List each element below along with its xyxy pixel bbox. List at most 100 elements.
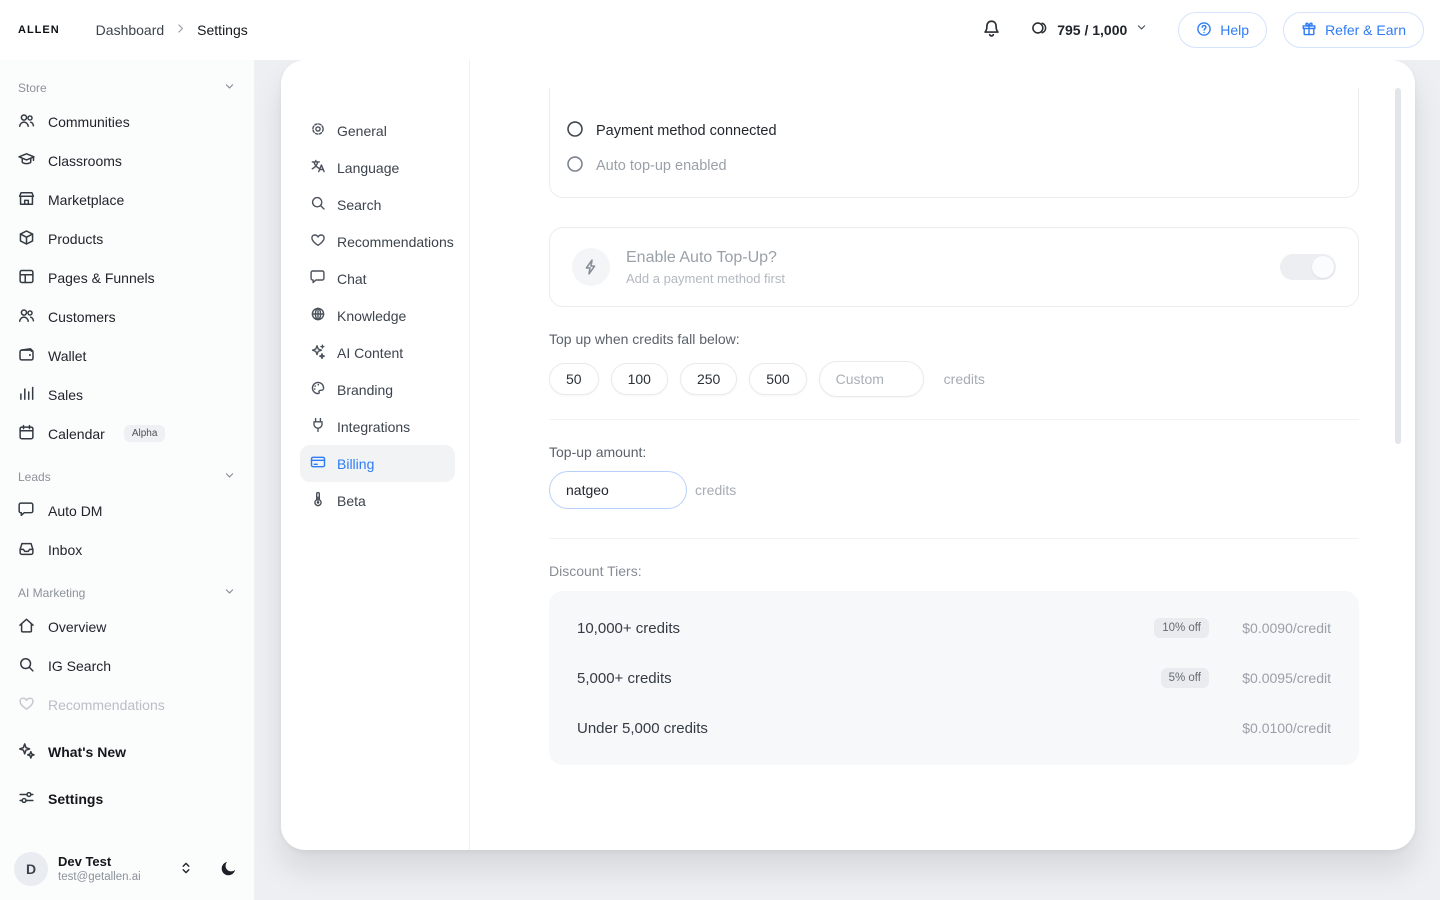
refer-earn-button[interactable]: Refer & Earn bbox=[1283, 12, 1424, 48]
sidebar-item-sales[interactable]: Sales bbox=[10, 375, 244, 414]
account-switcher-button[interactable] bbox=[178, 860, 194, 879]
status-auto-topup: Auto top-up enabled bbox=[566, 148, 1342, 183]
users-icon bbox=[18, 307, 35, 327]
threshold-preset-100[interactable]: 100 bbox=[611, 363, 668, 395]
sidebar-item-inbox[interactable]: Inbox bbox=[10, 530, 244, 569]
sidebar-item-ig-search[interactable]: IG Search bbox=[10, 646, 244, 685]
tier-price: $0.0100/credit bbox=[1223, 720, 1331, 736]
settings-tab-language[interactable]: Language bbox=[300, 149, 455, 186]
topup-amount-label: Top-up amount: bbox=[549, 444, 1359, 460]
top-bar: ALLEN Dashboard Settings 795 / 1,000 Hel… bbox=[0, 0, 1440, 60]
settings-tab-recommendations[interactable]: Recommendations bbox=[300, 223, 455, 260]
scrollbar[interactable] bbox=[1395, 88, 1401, 444]
threshold-custom-input[interactable] bbox=[819, 361, 924, 397]
sidebar-item-classrooms[interactable]: Classrooms bbox=[10, 141, 244, 180]
section-label: Leads bbox=[18, 470, 51, 484]
storefront-icon bbox=[18, 190, 35, 210]
gift-icon bbox=[1301, 21, 1317, 40]
sidebar-item-pages-funnels[interactable]: Pages & Funnels bbox=[10, 258, 244, 297]
sidebar-item-label: Settings bbox=[48, 791, 103, 807]
settings-tab-label: Beta bbox=[337, 493, 366, 509]
layout-icon bbox=[18, 268, 35, 288]
sidebar-item-auto-dm[interactable]: Auto DM bbox=[10, 491, 244, 530]
settings-tab-branding[interactable]: Branding bbox=[300, 371, 455, 408]
moon-icon bbox=[220, 859, 238, 880]
sparkles-icon bbox=[18, 742, 35, 762]
threshold-preset-250[interactable]: 250 bbox=[680, 363, 737, 395]
main-content: General Language Search Recommendations … bbox=[255, 60, 1440, 900]
allen-logo[interactable]: ALLEN bbox=[18, 24, 60, 36]
users-icon bbox=[18, 112, 35, 132]
notifications-button[interactable] bbox=[982, 19, 1001, 41]
box-icon bbox=[18, 229, 35, 249]
sidebar-item-label: Classrooms bbox=[48, 153, 122, 169]
sidebar: Store Communities Classrooms Marketplace… bbox=[0, 60, 255, 900]
dark-mode-toggle[interactable] bbox=[220, 859, 238, 880]
billing-scroll-area: Payment method connected Auto top-up ena… bbox=[549, 88, 1359, 850]
amount-unit-label: credits bbox=[695, 482, 736, 498]
sidebar-item-products[interactable]: Products bbox=[10, 219, 244, 258]
section-divider bbox=[549, 419, 1359, 420]
sidebar-item-customers[interactable]: Customers bbox=[10, 297, 244, 336]
lightning-icon bbox=[572, 248, 610, 286]
settings-tab-label: Billing bbox=[337, 456, 374, 472]
tier-row: 5,000+ credits 5% off $0.0095/credit bbox=[577, 653, 1331, 703]
breadcrumb: Dashboard Settings bbox=[96, 22, 248, 38]
settings-tab-label: Branding bbox=[337, 382, 393, 398]
sidebar-item-label: Inbox bbox=[48, 542, 82, 558]
sidebar-item-settings[interactable]: Settings bbox=[10, 779, 244, 818]
sidebar-item-label: Pages & Funnels bbox=[48, 270, 155, 286]
sidebar-item-wallet[interactable]: Wallet bbox=[10, 336, 244, 375]
settings-tab-beta[interactable]: Beta bbox=[300, 482, 455, 519]
search-icon bbox=[18, 656, 35, 676]
help-label: Help bbox=[1220, 22, 1249, 38]
settings-tab-billing[interactable]: Billing bbox=[300, 445, 455, 482]
user-name: Dev Test bbox=[58, 854, 141, 870]
sidebar-item-whats-new[interactable]: What's New bbox=[10, 732, 244, 771]
sidebar-item-communities[interactable]: Communities bbox=[10, 102, 244, 141]
status-label: Auto top-up enabled bbox=[596, 158, 727, 174]
sparkle-icon bbox=[310, 343, 326, 362]
breadcrumb-dashboard[interactable]: Dashboard bbox=[96, 22, 165, 38]
threshold-preset-500[interactable]: 500 bbox=[749, 363, 806, 395]
status-payment-method: Payment method connected bbox=[566, 113, 1342, 148]
settings-tab-knowledge[interactable]: Knowledge bbox=[300, 297, 455, 334]
settings-tab-general[interactable]: General bbox=[300, 112, 455, 149]
thermometer-icon bbox=[310, 491, 326, 510]
chevron-down-icon bbox=[223, 585, 236, 601]
credits-dropdown[interactable]: 795 / 1,000 bbox=[1031, 19, 1148, 42]
settings-tab-chat[interactable]: Chat bbox=[300, 260, 455, 297]
auto-topup-subtitle: Add a payment method first bbox=[626, 271, 785, 286]
threshold-preset-50[interactable]: 50 bbox=[549, 363, 599, 395]
sidebar-section-store[interactable]: Store bbox=[10, 74, 244, 102]
tier-price: $0.0095/credit bbox=[1223, 670, 1331, 686]
chat-bubble-icon bbox=[18, 501, 35, 521]
discount-badge: 5% off bbox=[1161, 668, 1209, 688]
sidebar-section-leads[interactable]: Leads bbox=[10, 463, 244, 491]
chevron-up-down-icon bbox=[178, 860, 194, 879]
topup-amount-input[interactable] bbox=[549, 471, 687, 509]
settings-tab-integrations[interactable]: Integrations bbox=[300, 408, 455, 445]
sidebar-item-overview[interactable]: Overview bbox=[10, 607, 244, 646]
sidebar-section-ai-marketing[interactable]: AI Marketing bbox=[10, 579, 244, 607]
heart-icon bbox=[18, 695, 35, 715]
settings-tab-ai-content[interactable]: AI Content bbox=[300, 334, 455, 371]
user-profile[interactable]: D Dev Test test@getallen.ai bbox=[10, 848, 246, 890]
settings-tab-search[interactable]: Search bbox=[300, 186, 455, 223]
sidebar-item-label: Customers bbox=[48, 309, 116, 325]
credit-card-icon bbox=[310, 454, 326, 473]
search-icon bbox=[310, 195, 326, 214]
help-button[interactable]: Help bbox=[1178, 12, 1267, 48]
graduation-cap-icon bbox=[18, 151, 35, 171]
section-divider bbox=[549, 538, 1359, 539]
settings-tab-label: AI Content bbox=[337, 345, 403, 361]
sidebar-item-calendar[interactable]: Calendar Alpha bbox=[10, 414, 244, 453]
auto-topup-toggle[interactable] bbox=[1280, 254, 1336, 280]
section-label: Store bbox=[18, 81, 47, 95]
plug-icon bbox=[310, 417, 326, 436]
refer-earn-label: Refer & Earn bbox=[1325, 22, 1406, 38]
avatar: D bbox=[14, 852, 48, 886]
sidebar-item-marketplace[interactable]: Marketplace bbox=[10, 180, 244, 219]
chevron-right-icon bbox=[174, 22, 187, 38]
status-label: Payment method connected bbox=[596, 123, 777, 139]
